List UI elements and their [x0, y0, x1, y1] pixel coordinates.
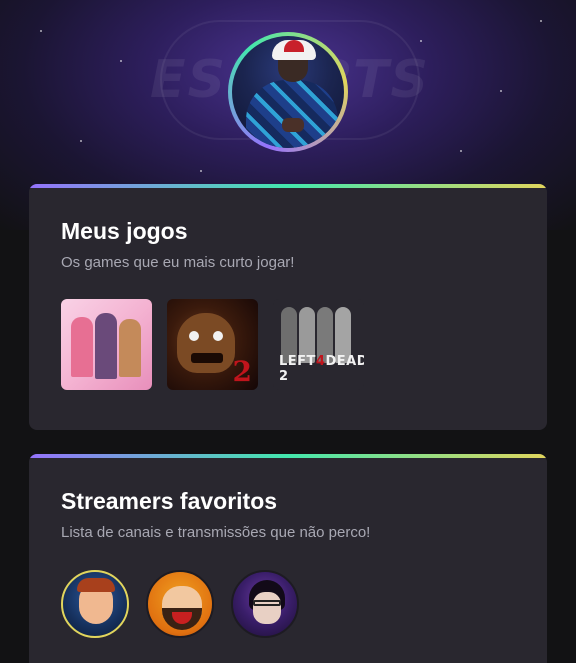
star-dot — [420, 40, 422, 42]
streamers-card: Streamers favoritos Lista de canais e tr… — [29, 454, 547, 663]
streamer-avatar-1[interactable] — [61, 570, 129, 638]
star-dot — [120, 60, 122, 62]
game-thumb-l4d2[interactable]: LEFT4DEAD 2 — [273, 299, 364, 390]
streamer-avatar-2[interactable] — [146, 570, 214, 638]
game-thumb-fnaf2[interactable]: 2 — [167, 299, 258, 390]
games-list: 2 LEFT4DEAD 2 — [61, 299, 364, 390]
games-card-subtitle: Os games que eu mais curto jogar! — [61, 254, 295, 271]
star-dot — [200, 170, 202, 172]
star-dot — [540, 20, 542, 22]
profile-photo — [232, 36, 344, 148]
star-dot — [80, 140, 82, 142]
l4d2-logo: LEFT4DEAD 2 — [279, 354, 364, 384]
star-dot — [460, 150, 462, 152]
streamers-list — [61, 570, 299, 638]
games-card-title: Meus jogos — [61, 218, 188, 244]
game-thumb-ddlc[interactable] — [61, 299, 152, 390]
streamer-avatar-3[interactable] — [231, 570, 299, 638]
star-dot — [40, 30, 42, 32]
streamers-card-title: Streamers favoritos — [61, 488, 278, 514]
star-dot — [500, 90, 502, 92]
games-card: Meus jogos Os games que eu mais curto jo… — [29, 184, 547, 430]
fnaf-badge: 2 — [232, 355, 252, 388]
streamers-card-subtitle: Lista de canais e transmissões que não p… — [61, 524, 371, 541]
profile-avatar[interactable] — [228, 32, 348, 152]
